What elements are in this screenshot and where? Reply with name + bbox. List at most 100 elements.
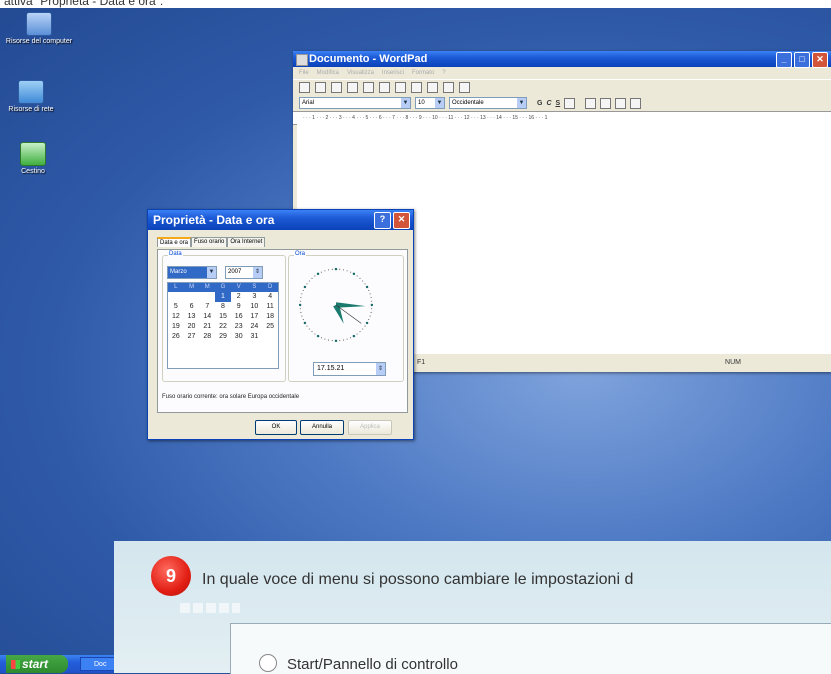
- align-center-icon[interactable]: [600, 97, 612, 109]
- calendar-day[interactable]: 8: [215, 302, 231, 312]
- desktop-icon-recycle-bin[interactable]: Cestino: [0, 142, 68, 176]
- weekday-label: S: [252, 284, 257, 290]
- calendar-day[interactable]: 7: [199, 302, 215, 312]
- start-button[interactable]: start: [6, 655, 68, 673]
- decorative-tiles: [180, 603, 240, 613]
- calendar-day[interactable]: 24: [247, 322, 263, 332]
- bold-button[interactable]: G: [537, 100, 542, 107]
- instruction-caption: attiva "Proprietà - Data e ora".: [0, 0, 831, 8]
- dialog-titlebar[interactable]: Proprietà - Data e ora ? ✕: [148, 210, 413, 230]
- clock-tick: [327, 339, 330, 341]
- clock-tick: [301, 315, 303, 317]
- calendar-day[interactable]: 23: [231, 322, 247, 332]
- calendar-day[interactable]: 16: [231, 312, 247, 322]
- italic-button[interactable]: C: [546, 100, 551, 107]
- calendar-day[interactable]: 25: [262, 322, 278, 332]
- calendar-day[interactable]: 19: [168, 322, 184, 332]
- date-time-dialog: Proprietà - Data e ora ? ✕ Data e ora Fu…: [147, 209, 414, 440]
- calendar-day[interactable]: 9: [231, 302, 247, 312]
- align-left-icon[interactable]: [585, 97, 597, 109]
- menu-help[interactable]: ?: [442, 67, 445, 79]
- clock-tick: [371, 300, 373, 302]
- calendar-empty: [184, 292, 200, 302]
- taskbar-button-wordpad[interactable]: Doc: [80, 657, 118, 671]
- calendar-day[interactable]: 29: [215, 332, 231, 342]
- menu-view[interactable]: Visualizza: [347, 67, 374, 79]
- calendar-day[interactable]: 15: [215, 312, 231, 322]
- calendar-day[interactable]: 18: [262, 312, 278, 322]
- calendar-day[interactable]: 2: [231, 292, 247, 302]
- menu-edit[interactable]: Modifica: [317, 67, 339, 79]
- month-select[interactable]: Marzo ▼: [167, 266, 217, 279]
- calendar-day[interactable]: 11: [262, 302, 278, 312]
- new-icon[interactable]: [299, 82, 310, 93]
- clock-tick: [364, 283, 366, 285]
- desktop-icon-my-computer[interactable]: Risorse del computer: [4, 12, 74, 46]
- find-icon[interactable]: [379, 82, 390, 93]
- calendar-day[interactable]: 28: [199, 332, 215, 342]
- desktop-icon-network[interactable]: Risorse di rete: [0, 80, 66, 114]
- calendar-day[interactable]: 31: [247, 332, 263, 342]
- align-right-icon[interactable]: [615, 97, 627, 109]
- calendar-day[interactable]: 14: [199, 312, 215, 322]
- ok-button[interactable]: OK: [255, 420, 297, 435]
- bullets-icon[interactable]: [630, 97, 642, 109]
- open-icon[interactable]: [315, 82, 326, 93]
- calendar-day[interactable]: 4: [262, 292, 278, 302]
- calendar-day[interactable]: 5: [168, 302, 184, 312]
- font-select[interactable]: Arial ▼: [299, 97, 411, 109]
- calendar-day[interactable]: 30: [231, 332, 247, 342]
- print-icon[interactable]: [347, 82, 358, 93]
- copy-icon[interactable]: [411, 82, 422, 93]
- tab-date-time[interactable]: Data e ora: [157, 237, 192, 247]
- calendar-day[interactable]: 1: [215, 292, 231, 302]
- answer-option[interactable]: Start/Pannello di controllo: [259, 654, 458, 673]
- clock-tick: [300, 311, 302, 314]
- apply-button[interactable]: Applica: [348, 420, 392, 435]
- script-select[interactable]: Occidentale ▼: [449, 97, 527, 109]
- calendar-day[interactable]: 10: [247, 302, 263, 312]
- calendar-day[interactable]: 26: [168, 332, 184, 342]
- network-icon: [18, 80, 44, 104]
- save-icon[interactable]: [331, 82, 342, 93]
- status-num: NUM: [725, 359, 741, 366]
- minimize-button[interactable]: _: [776, 52, 792, 68]
- clock-tick: [316, 272, 320, 276]
- calendar-day[interactable]: 6: [184, 302, 200, 312]
- cut-icon[interactable]: [395, 82, 406, 93]
- maximize-button[interactable]: □: [794, 52, 810, 68]
- clock-tick: [300, 296, 302, 299]
- clock-tick: [342, 339, 345, 341]
- calendar-day[interactable]: 21: [199, 322, 215, 332]
- menu-file[interactable]: File: [299, 67, 309, 79]
- dialog-title: Proprietà - Data e ora: [153, 213, 275, 227]
- wordpad-title: Documento - WordPad: [309, 53, 428, 65]
- radio-icon[interactable]: [259, 654, 277, 672]
- underline-button[interactable]: S: [556, 100, 561, 107]
- calendar-day[interactable]: 12: [168, 312, 184, 322]
- calendar-day[interactable]: 13: [184, 312, 200, 322]
- date-time-icon[interactable]: [459, 82, 470, 93]
- paste-icon[interactable]: [427, 82, 438, 93]
- color-icon[interactable]: [564, 97, 576, 109]
- close-button[interactable]: ✕: [812, 52, 828, 68]
- size-select[interactable]: 10 ▼: [415, 97, 445, 109]
- wordpad-titlebar[interactable]: Documento - WordPad _ □ ✕: [293, 51, 831, 68]
- tab-timezone[interactable]: Fuso orario: [191, 237, 228, 247]
- year-stepper[interactable]: 2007 ⇕: [225, 266, 263, 279]
- calendar-day[interactable]: 22: [215, 322, 231, 332]
- time-field[interactable]: 17.15.21 ⇕: [313, 362, 386, 376]
- print-preview-icon[interactable]: [363, 82, 374, 93]
- calendar-day[interactable]: 20: [184, 322, 200, 332]
- dialog-close-button[interactable]: ✕: [393, 212, 410, 229]
- calendar-day[interactable]: 27: [184, 332, 200, 342]
- calendar-day[interactable]: 17: [247, 312, 263, 322]
- menu-insert[interactable]: Inserisci: [382, 67, 404, 79]
- menu-format[interactable]: Formato: [412, 67, 434, 79]
- tab-internet-time[interactable]: Ora Internet: [227, 237, 266, 247]
- undo-icon[interactable]: [443, 82, 454, 93]
- cancel-button[interactable]: Annulla: [300, 420, 344, 435]
- question-text: In quale voce di menu si possono cambiar…: [202, 571, 634, 588]
- calendar-day[interactable]: 3: [247, 292, 263, 302]
- help-button[interactable]: ?: [374, 212, 391, 229]
